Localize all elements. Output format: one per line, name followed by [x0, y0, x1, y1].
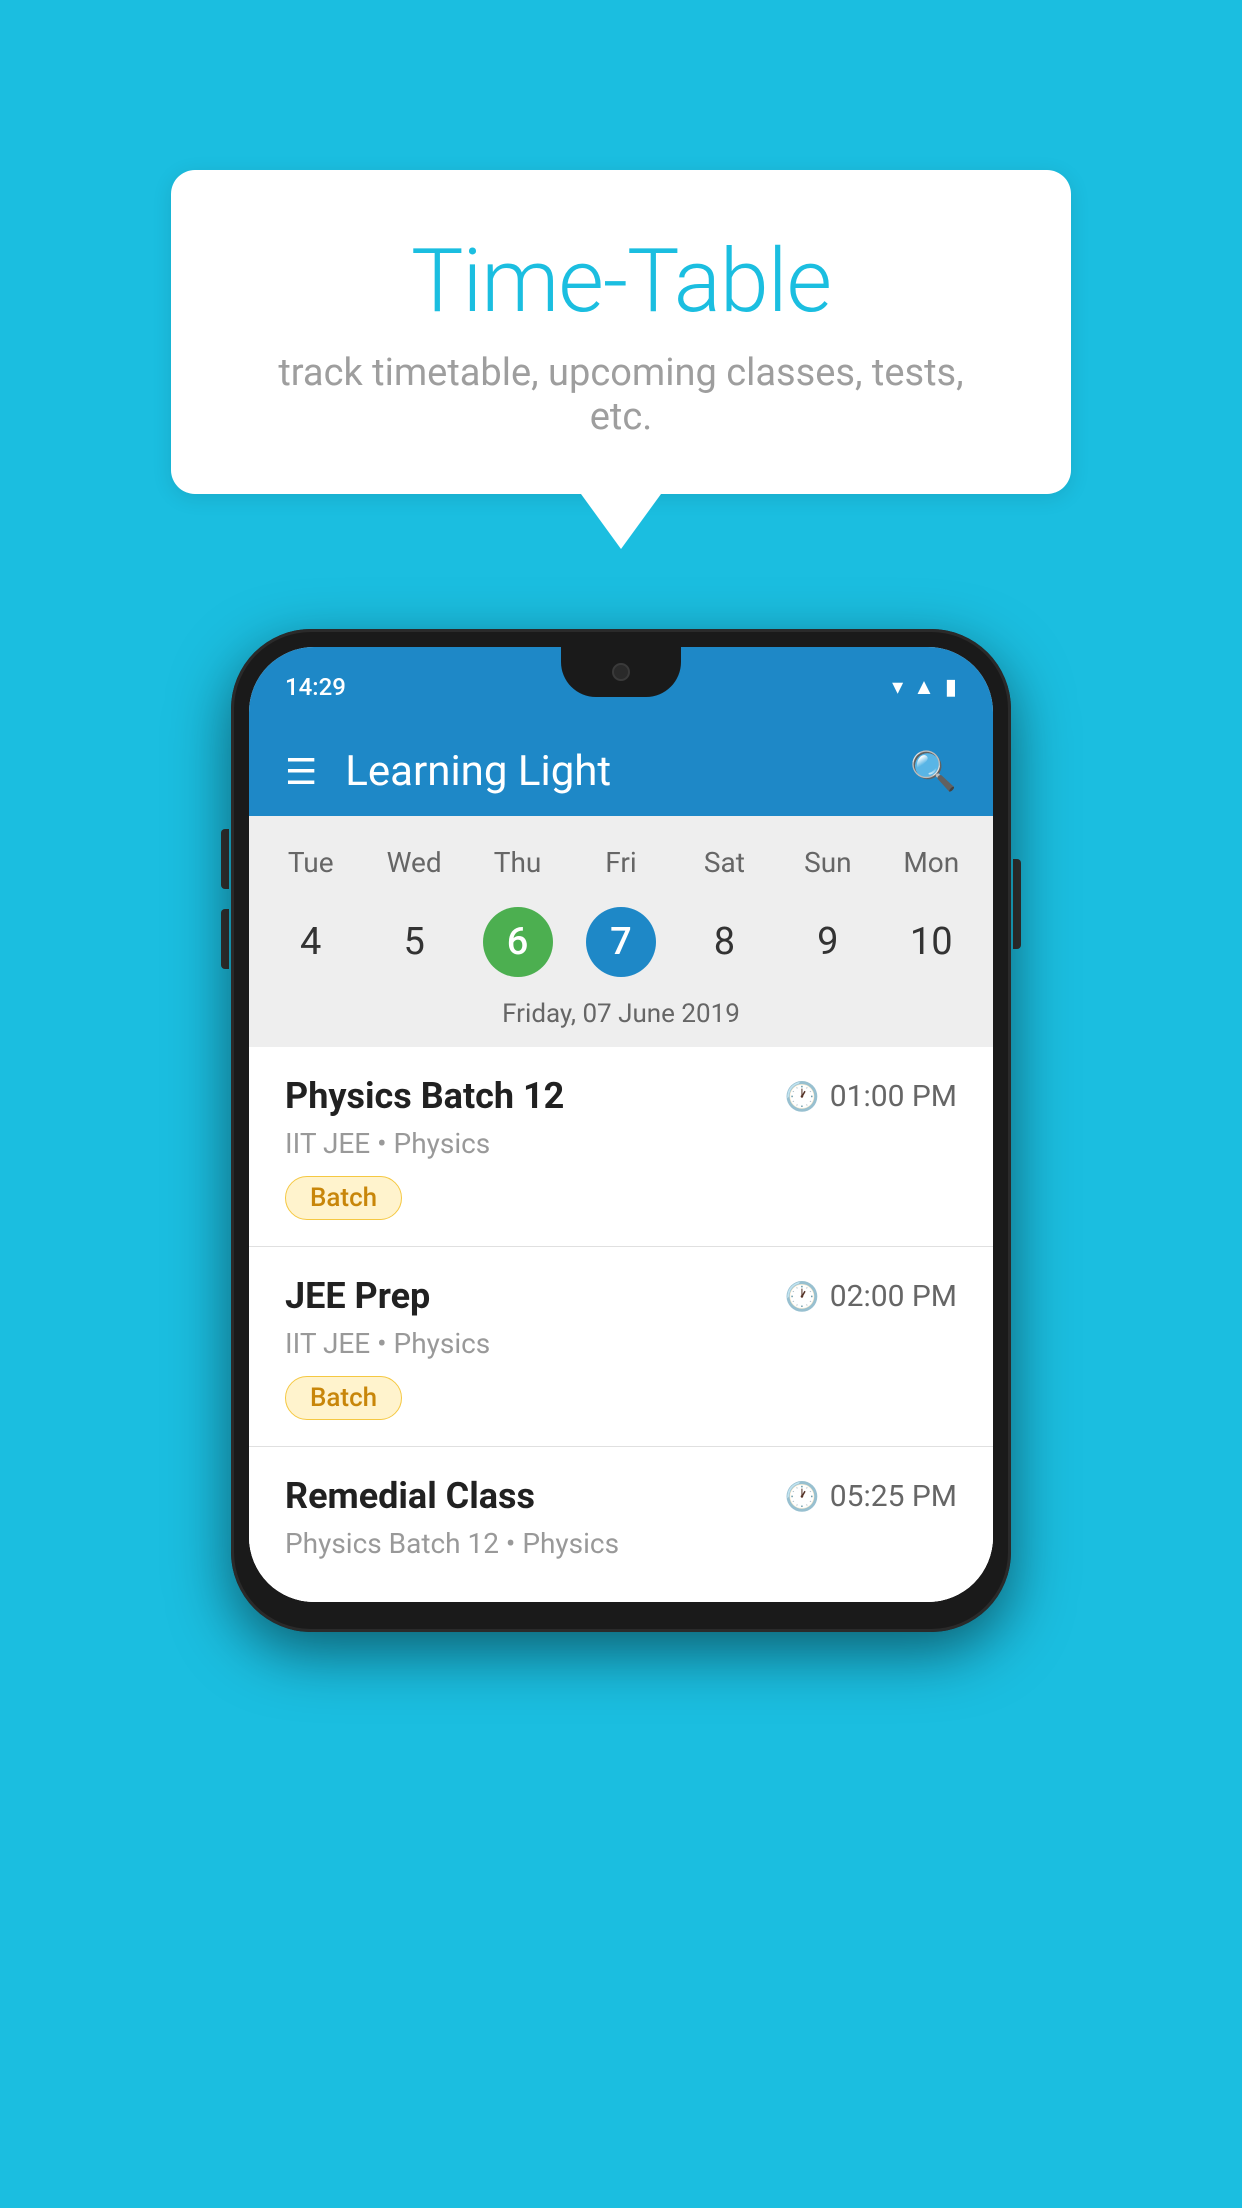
search-icon[interactable]: 🔍: [910, 750, 957, 794]
clock-icon-2: 🕐: [785, 1280, 820, 1313]
day-headers: Tue Wed Thu Fri Sat Sun Mon: [249, 836, 993, 889]
day-numbers: 4 5 6 7 8 9: [249, 889, 993, 985]
day-header-fri: Fri: [569, 836, 672, 889]
notch: [561, 647, 681, 697]
day-4[interactable]: 4: [259, 899, 362, 985]
class-name-2: JEE Prep: [285, 1275, 430, 1317]
bubble-subtitle: track timetable, upcoming classes, tests…: [251, 351, 991, 439]
power-button: [1013, 859, 1021, 949]
day-7-selected[interactable]: 7: [569, 899, 672, 985]
camera: [612, 663, 630, 681]
class-meta-2: IIT JEE • Physics: [285, 1327, 957, 1360]
classes-list: Physics Batch 12 🕐 01:00 PM IIT JEE • Ph…: [249, 1047, 993, 1602]
wifi-icon: ▾: [892, 675, 903, 700]
class-name-1: Physics Batch 12: [285, 1075, 564, 1117]
status-bar: 14:29 ▾ ▲ ▮: [249, 647, 993, 727]
day-9[interactable]: 9: [776, 899, 879, 985]
menu-icon[interactable]: ☰: [285, 754, 317, 790]
status-time: 14:29: [285, 673, 346, 701]
signal-icon: ▲: [913, 674, 935, 700]
header-left: ☰ Learning Light: [285, 747, 611, 796]
day-5[interactable]: 5: [362, 899, 465, 985]
app-header: ☰ Learning Light 🔍: [249, 727, 993, 816]
bubble-title: Time-Table: [251, 230, 991, 333]
class-item-remedial[interactable]: Remedial Class 🕐 05:25 PM Physics Batch …: [249, 1447, 993, 1602]
phone-mockup: 14:29 ▾ ▲ ▮ ☰ Learning Light 🔍: [231, 629, 1011, 1632]
bubble-arrow: [581, 494, 661, 549]
battery-icon: ▮: [945, 675, 957, 700]
class-meta-1: IIT JEE • Physics: [285, 1127, 957, 1160]
day-header-tue: Tue: [259, 836, 362, 889]
class-item-top-3: Remedial Class 🕐 05:25 PM: [285, 1475, 957, 1517]
volume-up-button: [221, 829, 229, 889]
class-item-top-2: JEE Prep 🕐 02:00 PM: [285, 1275, 957, 1317]
speech-bubble-card: Time-Table track timetable, upcoming cla…: [171, 170, 1071, 494]
class-item-physics-batch[interactable]: Physics Batch 12 🕐 01:00 PM IIT JEE • Ph…: [249, 1047, 993, 1247]
speech-bubble-section: Time-Table track timetable, upcoming cla…: [171, 170, 1071, 549]
class-name-3: Remedial Class: [285, 1475, 535, 1517]
selected-date-label: Friday, 07 June 2019: [249, 985, 993, 1047]
day-header-sat: Sat: [673, 836, 776, 889]
day-6-today[interactable]: 6: [466, 899, 569, 985]
class-time-wrapper-1: 🕐 01:00 PM: [785, 1079, 957, 1114]
day-header-thu: Thu: [466, 836, 569, 889]
volume-down-button: [221, 909, 229, 969]
batch-tag-1: Batch: [285, 1176, 402, 1220]
day-header-sun: Sun: [776, 836, 879, 889]
calendar-section: Tue Wed Thu Fri Sat Sun Mon 4 5: [249, 816, 993, 1047]
class-item-jee-prep[interactable]: JEE Prep 🕐 02:00 PM IIT JEE • Physics Ba…: [249, 1247, 993, 1447]
class-item-top-1: Physics Batch 12 🕐 01:00 PM: [285, 1075, 957, 1117]
phone-screen: 14:29 ▾ ▲ ▮ ☰ Learning Light 🔍: [249, 647, 993, 1602]
class-time-1: 01:00 PM: [830, 1079, 957, 1114]
batch-tag-2: Batch: [285, 1376, 402, 1420]
class-meta-3: Physics Batch 12 • Physics: [285, 1527, 957, 1560]
class-time-wrapper-3: 🕐 05:25 PM: [785, 1479, 957, 1514]
day-header-mon: Mon: [880, 836, 983, 889]
day-header-wed: Wed: [362, 836, 465, 889]
day-10[interactable]: 10: [880, 899, 983, 985]
day-8[interactable]: 8: [673, 899, 776, 985]
app-title: Learning Light: [345, 747, 611, 796]
clock-icon-3: 🕐: [785, 1480, 820, 1513]
clock-icon-1: 🕐: [785, 1080, 820, 1113]
class-time-2: 02:00 PM: [830, 1279, 957, 1314]
phone-frame: 14:29 ▾ ▲ ▮ ☰ Learning Light 🔍: [231, 629, 1011, 1632]
class-time-wrapper-2: 🕐 02:00 PM: [785, 1279, 957, 1314]
status-icons: ▾ ▲ ▮: [892, 674, 957, 700]
class-time-3: 05:25 PM: [830, 1479, 957, 1514]
